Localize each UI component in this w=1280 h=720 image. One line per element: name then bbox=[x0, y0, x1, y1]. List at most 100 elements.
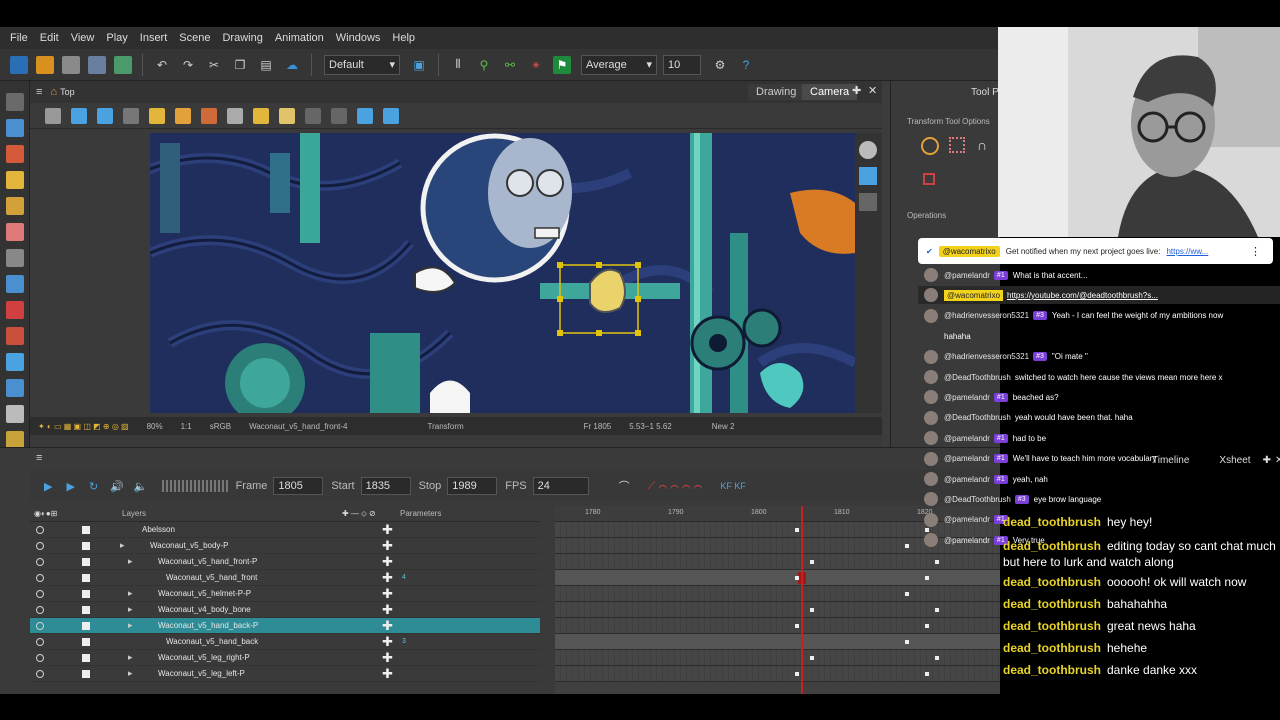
playhead[interactable] bbox=[801, 506, 803, 695]
playback-speed-slider[interactable] bbox=[161, 480, 228, 492]
keyframe-marker[interactable] bbox=[810, 656, 814, 660]
breadcrumb[interactable]: Top bbox=[60, 87, 75, 97]
tab-timeline[interactable]: Timeline bbox=[1152, 455, 1189, 466]
keyframe-marker[interactable] bbox=[795, 672, 799, 676]
eye-icon[interactable] bbox=[36, 637, 44, 646]
flag-icon[interactable]: ⚑ bbox=[553, 55, 571, 74]
layer-name[interactable]: Waconaut_v5_helmet-P-P bbox=[158, 589, 251, 598]
ease-curve-icon[interactable]: ⌒ bbox=[619, 478, 630, 494]
keyframe-marker[interactable] bbox=[925, 672, 929, 676]
layer-name[interactable]: Waconaut_v5_hand_back bbox=[166, 637, 258, 646]
marquee-icon[interactable] bbox=[949, 137, 965, 153]
expand-arrow-icon[interactable]: ▸ bbox=[128, 588, 133, 599]
layer-row[interactable]: ▸ Waconaut_v4_body_bone ✚ bbox=[30, 602, 540, 618]
menu-icon[interactable]: ≡ bbox=[36, 86, 42, 98]
notification-link[interactable]: https://ww... bbox=[1166, 247, 1208, 256]
timeline-row[interactable] bbox=[555, 570, 1000, 586]
layer-toggles-icon[interactable]: ◉◐●⊞ bbox=[34, 509, 57, 518]
color-swatch[interactable] bbox=[82, 573, 90, 582]
zoom-level[interactable]: 80% bbox=[147, 422, 163, 431]
menu-insert[interactable]: Insert bbox=[140, 32, 168, 44]
bounding-box-icon[interactable] bbox=[923, 173, 935, 185]
color-swatch[interactable] bbox=[82, 605, 90, 614]
expand-arrow-icon[interactable]: ▸ bbox=[128, 652, 133, 663]
keyframe-marker[interactable] bbox=[905, 592, 909, 596]
layer-name[interactable]: Waconaut_v5_leg_right-P bbox=[158, 653, 250, 662]
timeline-row[interactable] bbox=[555, 586, 1000, 602]
add-view-icon[interactable]: ✚ bbox=[852, 84, 861, 97]
color-swatch[interactable] bbox=[82, 541, 90, 550]
copy-icon[interactable]: ❐ bbox=[231, 56, 249, 74]
keyframe-marker[interactable] bbox=[905, 544, 909, 548]
tab-tool-properties[interactable]: Tool P bbox=[971, 87, 999, 98]
color-swatch[interactable] bbox=[82, 557, 90, 566]
frame-field[interactable]: 1805 bbox=[273, 477, 324, 495]
menu-play[interactable]: Play bbox=[106, 32, 127, 44]
layer-row[interactable]: ▸ Waconaut_v5_hand_front-P ✚ bbox=[30, 554, 540, 570]
keyframe-marker[interactable] bbox=[935, 656, 939, 660]
lock-selected-icon[interactable] bbox=[175, 107, 191, 124]
hand-tool-icon[interactable] bbox=[5, 405, 24, 423]
timeline-row[interactable] bbox=[555, 602, 1000, 618]
layer-row[interactable]: ▸ Waconaut_v5_leg_left-P ✚ bbox=[30, 666, 540, 682]
add-parameter-icon[interactable]: ✚ bbox=[382, 666, 393, 682]
keyframe-marker[interactable] bbox=[795, 576, 799, 580]
timeline-row[interactable] bbox=[555, 618, 1000, 634]
layer-stack-2-icon[interactable] bbox=[331, 107, 347, 124]
play-selection-icon[interactable]: ▶ bbox=[66, 480, 74, 493]
layer-name[interactable]: Waconaut_v5_body-P bbox=[150, 541, 228, 550]
add-parameter-icon[interactable]: ✚ bbox=[382, 618, 393, 634]
close-icon[interactable]: ✕ bbox=[868, 84, 877, 97]
layer-name[interactable]: Waconaut_v4_body_bone bbox=[158, 605, 251, 614]
cut-icon[interactable]: ✂ bbox=[205, 56, 223, 74]
bulb-icon[interactable] bbox=[279, 107, 295, 124]
color-swatch[interactable] bbox=[82, 525, 90, 534]
flip-vertical-icon[interactable] bbox=[383, 107, 399, 124]
keyframe-marker[interactable] bbox=[935, 608, 939, 612]
grid-icon[interactable] bbox=[45, 107, 61, 124]
timeline-row[interactable] bbox=[555, 666, 1000, 682]
add-parameter-icon[interactable]: ✚ bbox=[382, 602, 393, 618]
add-parameter-icon[interactable]: ✚ bbox=[382, 650, 393, 666]
paste-icon[interactable]: ▤ bbox=[257, 56, 275, 74]
eraser-icon[interactable] bbox=[5, 223, 24, 241]
start-field[interactable]: 1835 bbox=[360, 477, 411, 495]
eye-icon[interactable] bbox=[36, 589, 44, 598]
tab-camera[interactable]: Camera bbox=[802, 84, 858, 100]
eye-icon[interactable] bbox=[36, 653, 44, 662]
workspace-preset-select[interactable]: Default ▾ bbox=[324, 54, 400, 75]
eye-icon[interactable] bbox=[36, 573, 44, 582]
stroke-icon[interactable] bbox=[227, 107, 243, 124]
keyframe-marker[interactable] bbox=[810, 608, 814, 612]
brush-icon[interactable] bbox=[5, 145, 24, 163]
menu-edit[interactable]: Edit bbox=[40, 32, 59, 44]
home-icon[interactable]: ⌂ bbox=[50, 86, 57, 98]
paint-icon[interactable] bbox=[5, 197, 24, 215]
layer-row[interactable]: Waconaut_v5_hand_front ✚ 4 bbox=[30, 570, 540, 586]
layer-actions-icon[interactable]: ✚ — ⬦ ⊘ bbox=[342, 509, 376, 519]
add-parameter-icon[interactable]: ✚ bbox=[382, 538, 393, 554]
color-swatch[interactable] bbox=[82, 621, 90, 630]
undo-icon[interactable]: ↶ bbox=[153, 56, 171, 74]
layer-name[interactable]: Waconaut_v5_hand_front-P bbox=[158, 557, 257, 566]
select-tool-icon[interactable] bbox=[5, 93, 24, 111]
new-scene-icon[interactable] bbox=[10, 55, 28, 74]
redo-icon[interactable]: ↷ bbox=[179, 56, 197, 74]
rig-tool-icon[interactable]: ⫴ bbox=[449, 56, 467, 74]
cloud-icon[interactable]: ☁ bbox=[283, 56, 301, 74]
timeline-row[interactable] bbox=[555, 554, 1000, 570]
fps-field[interactable]: 24 bbox=[532, 477, 589, 495]
more-options-icon[interactable]: ⋮ bbox=[1250, 245, 1261, 258]
layer-name[interactable]: Abelsson bbox=[142, 525, 175, 534]
menu-view[interactable]: View bbox=[71, 32, 95, 44]
color-swatch[interactable] bbox=[82, 653, 90, 662]
layer-row[interactable]: Waconaut_v5_hand_back ✚ 3 bbox=[30, 634, 540, 650]
expand-arrow-icon[interactable]: ▸ bbox=[120, 540, 125, 551]
rectangle-tool-icon[interactable] bbox=[5, 275, 24, 293]
keyframe-marker[interactable] bbox=[905, 640, 909, 644]
panel-menu-icon[interactable]: ≡ bbox=[36, 452, 42, 464]
keyframe-marker[interactable] bbox=[925, 576, 929, 580]
color-swatch[interactable] bbox=[82, 669, 90, 678]
contour-editor-icon[interactable] bbox=[5, 119, 24, 137]
flip-horizontal-icon[interactable] bbox=[357, 107, 373, 124]
